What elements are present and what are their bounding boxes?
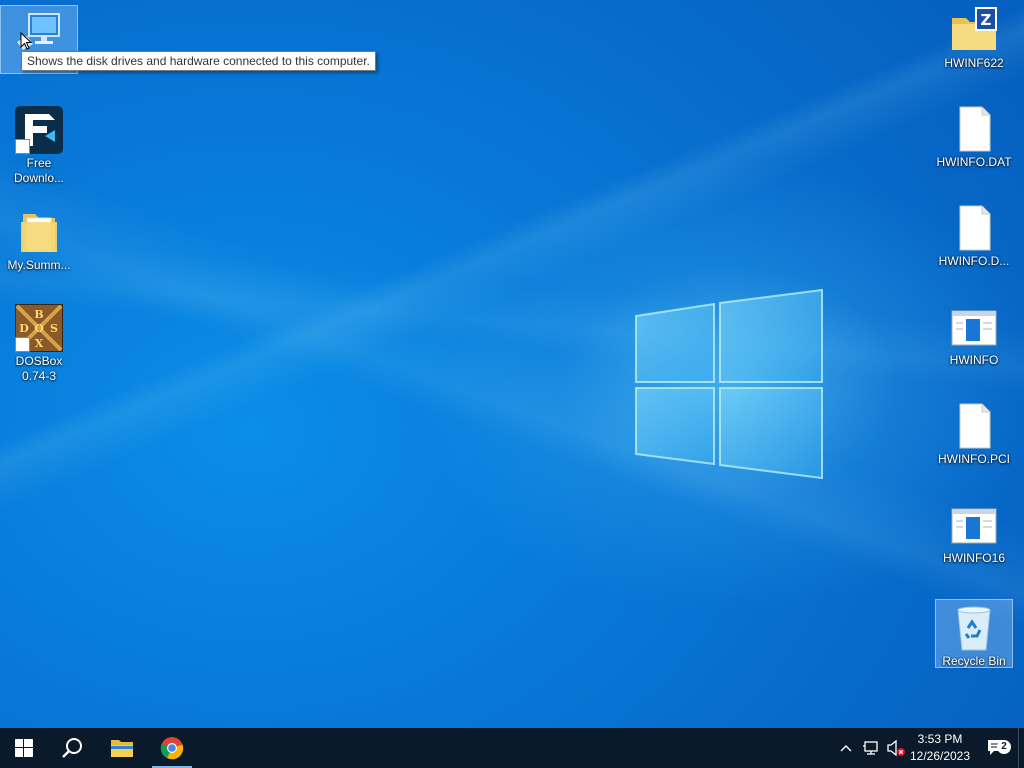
my-summary-folder[interactable]: My.Summ... (1, 204, 77, 273)
svg-text:O: O (34, 322, 44, 335)
search-button[interactable] (48, 728, 96, 768)
file-explorer-icon (111, 740, 133, 757)
application-window-icon (950, 501, 998, 549)
chevron-up-icon (840, 745, 852, 752)
dosbox-label: DOSBox 0.74-3 (15, 354, 63, 383)
start-button[interactable] (0, 728, 48, 768)
hwinfo-pci-label: HWINFO.PCI (938, 452, 1010, 466)
light-beam (0, 0, 1024, 728)
mouse-cursor-icon (20, 32, 32, 50)
show-desktop-button[interactable] (1018, 728, 1024, 768)
taskbar-clock[interactable]: 3:53 PM 12/26/2023 (900, 728, 980, 768)
chrome-button[interactable] (148, 728, 196, 768)
chrome-icon (160, 737, 184, 760)
hwinfo-dat-label: HWINFO.DAT (936, 155, 1012, 169)
recycle-bin-label: Recycle Bin (942, 654, 1006, 668)
file-explorer-button[interactable] (98, 728, 146, 768)
hwinfo-pci-file[interactable]: HWINFO.PCI (936, 398, 1012, 467)
blank-file-icon (950, 402, 998, 450)
zip-folder-icon: Z (950, 6, 998, 54)
svg-text:B: B (34, 308, 43, 321)
desktop: Free Downlo... My.Summ... B D O S X DOSB… (0, 0, 1024, 728)
network-button[interactable] (860, 728, 882, 768)
show-hidden-icons-button[interactable] (836, 728, 856, 768)
my-summary-label: My.Summ... (7, 258, 71, 272)
folder-icon (15, 208, 63, 256)
taskbar: 3:53 PM 12/26/2023 2 (0, 728, 1024, 768)
application-window-icon (950, 303, 998, 351)
clock-time: 3:53 PM (917, 732, 963, 746)
blank-file-icon (950, 105, 998, 153)
hwinfo-dat-file[interactable]: HWINFO.DAT (936, 101, 1012, 170)
hwinfo-d-file[interactable]: HWINFO.D... (936, 200, 1012, 269)
search-icon (62, 738, 82, 758)
network-icon (863, 741, 878, 755)
windows-wallpaper-logo (635, 288, 823, 480)
shortcut-arrow-icon (15, 337, 30, 352)
this-pc-tooltip: Shows the disk drives and hardware conne… (21, 51, 376, 71)
free-download-manager-label: Free Downlo... (13, 156, 65, 185)
free-download-manager-shortcut[interactable]: Free Downlo... (1, 102, 77, 186)
blank-file-icon (950, 204, 998, 252)
dosbox-shortcut[interactable]: B D O S X DOSBox 0.74-3 (1, 300, 77, 384)
hwinfo16-executable[interactable]: HWINFO16 (936, 497, 1012, 566)
hwinf622-zip-folder[interactable]: Z HWINF622 (936, 2, 1012, 71)
shortcut-arrow-icon (15, 139, 30, 154)
hwinfo-d-label: HWINFO.D... (938, 254, 1010, 268)
notification-count-badge: 2 (997, 740, 1011, 754)
recycle-bin-icon (950, 604, 998, 652)
hwinfo16-label: HWINFO16 (942, 551, 1005, 565)
svg-text:Z: Z (981, 11, 992, 29)
windows-start-icon (15, 739, 33, 757)
svg-text:D: D (19, 322, 29, 335)
svg-text:S: S (50, 322, 58, 335)
hwinf622-label: HWINF622 (944, 56, 1004, 70)
dosbox-icon: B D O S X (14, 303, 64, 353)
clock-date: 12/26/2023 (909, 749, 971, 763)
hwinfo-label: HWINFO (949, 353, 999, 367)
light-beam (0, 0, 1024, 728)
recycle-bin-desktop-icon[interactable]: Recycle Bin (935, 599, 1013, 668)
light-beam (0, 0, 1024, 728)
svg-text:X: X (35, 337, 44, 350)
fdm-icon (15, 106, 63, 154)
hwinfo-executable[interactable]: HWINFO (936, 299, 1012, 368)
action-center-button[interactable]: 2 (978, 728, 1014, 768)
